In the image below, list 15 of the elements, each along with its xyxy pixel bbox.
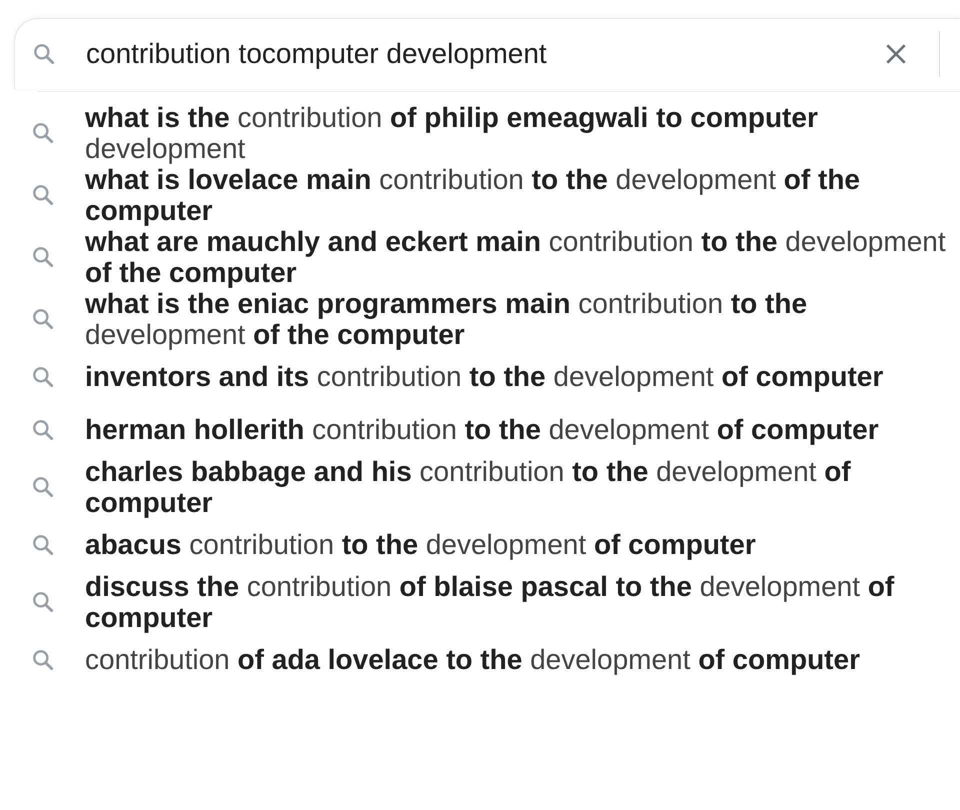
search-icon xyxy=(30,589,56,615)
search-icon xyxy=(30,306,56,332)
suggestion-item[interactable]: what is the eniac programmers main contribution to the development of the computer xyxy=(85,288,957,350)
suggestion-item[interactable]: charles babbage and his contribution to the development of computer xyxy=(85,456,957,518)
suggestion-item[interactable]: contribution of ada lovelace to the development of computer xyxy=(85,644,957,675)
search-icon xyxy=(31,41,57,67)
search-icon xyxy=(30,474,56,500)
search-field[interactable]: contribution tocomputer development xyxy=(86,36,879,72)
suggestion-item[interactable]: abacus contribution to the development of computer xyxy=(85,529,957,560)
suggestion-item[interactable]: herman hollerith contribution to the development of computer xyxy=(85,414,957,445)
suggestion-item[interactable]: discuss the contribution of blaise pascal to the development of computer xyxy=(85,571,957,633)
suggestion-item[interactable]: inventors and its contribution to the development of computer xyxy=(85,361,957,392)
search-icon xyxy=(30,120,56,146)
search-icon xyxy=(30,244,56,270)
search-icon xyxy=(30,182,56,208)
